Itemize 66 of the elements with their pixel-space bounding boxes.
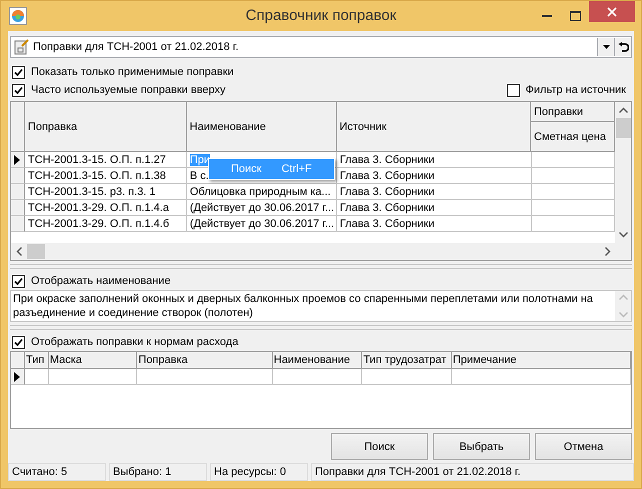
table-cell: ТСН-2001.3-15. О.П. п.1.27 [24,152,187,168]
table-cell: Глава 3. Сборники [336,184,532,200]
checkbox-label: Показать только применимые поправки [31,66,234,78]
status-panel: Считано: 5 [8,463,106,481]
table-cell: Глава 3. Сборники [336,200,532,216]
column-header[interactable]: Поправка [24,102,187,152]
close-button[interactable] [589,1,635,22]
table-cell: ТСН-2001.3-15. О.П. п.1.38 [24,168,187,184]
column-header[interactable]: Сметная цена [531,122,615,152]
dialog-button[interactable]: Поиск [331,433,428,460]
table-cell [24,369,49,385]
checkbox[interactable] [12,66,25,78]
scroll-down-icon[interactable] [618,232,628,238]
horizontal-scrollbar[interactable] [11,243,631,260]
dropdown-button[interactable] [597,38,614,56]
column-header[interactable]: Поправка [137,352,273,369]
checkbox[interactable] [12,84,25,96]
table-cell: Облицовка природным ка... [186,184,337,200]
column-header[interactable]: Маска [48,352,138,369]
scroll-thumb[interactable] [27,244,45,259]
current-row-icon [14,372,20,382]
checkbox-label: Отображать наименование [31,275,171,287]
scroll-left-icon[interactable] [16,247,22,256]
table-cell: (Действует до 30.06.2017 г... [186,216,337,232]
checkbox[interactable] [506,84,520,96]
vertical-scrollbar[interactable] [615,102,631,243]
name-text: При окраске заполнений оконных и дверных балконных проемов со спаренными переплетами или полотнами на разъединение и соединение створок (полотен) [12,292,594,321]
column-header[interactable]: Тип трудозатрат [362,352,452,369]
correction-set-dropdown[interactable]: Поправки для ТСН-2001 от 21.02.2018 г. [10,36,632,58]
column-header[interactable]: Наименование [186,102,337,152]
dialog-button[interactable]: Выбрать [433,433,530,460]
table-cell: Глава 3. Сборники [336,152,532,168]
reset-button[interactable] [614,38,631,56]
table-cell: Глава 3. Сборники [336,168,532,184]
undo-icon [618,42,628,52]
checkbox-label: Фильтр на источник [526,84,626,96]
row-indicator[interactable] [11,369,25,385]
checkbox-label: Часто используемые поправки вверху [31,84,226,96]
column-header[interactable]: Тип [24,352,49,369]
column-header[interactable]: Примечание [452,352,631,369]
dialog-button[interactable]: Отмена [535,433,632,460]
status-panel: На ресурсы: 0 [210,463,308,481]
table-cell: ТСН-2001.3-29. О.П. п.1.4.б [24,216,187,232]
minimize-icon [542,15,552,17]
table-cell: (Действует до 30.06.2017 г... [186,200,337,216]
app-logo [9,7,27,25]
checkbox[interactable] [12,274,25,288]
status-panel: Выбрано: 1 [109,463,207,481]
column-group-header: Поправки [531,102,615,122]
table-cell: Глава 3. Сборники [336,216,532,232]
status-panel: Поправки для ТСН-2001 от 21.02.2018 г. [311,463,634,481]
column-header[interactable]: Источник [336,102,531,152]
column-header[interactable]: Наименование [272,352,362,369]
table-cell: ТСН-2001.3-15. р3. п.3. 1 [24,184,187,200]
close-icon [607,6,617,16]
checkbox[interactable] [12,336,25,348]
caret-icon [602,45,610,49]
table-cell: ТСН-2001.3-29. О.П. п.1.4.а [24,200,187,216]
checkbox-label: Отображать поправки к нормам расхода [31,336,238,348]
scroll-right-icon[interactable] [605,247,611,256]
row-indicator[interactable] [11,152,25,168]
scroll-thumb[interactable] [616,118,630,138]
maximize-icon [570,11,580,21]
scroll-up-icon[interactable] [618,107,628,113]
window-title: Справочник поправок [244,7,398,24]
document-icon [13,39,29,55]
